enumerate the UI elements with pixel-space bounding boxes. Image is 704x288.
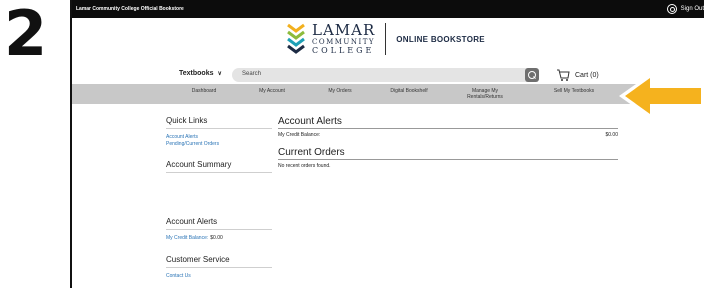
logo-line-3: COLLEGE	[312, 46, 375, 55]
chevron-logo-icon	[287, 23, 305, 54]
quick-links-title: Quick Links	[166, 116, 272, 129]
header: LAMAR COMMUNITY COLLEGE ONLINE BOOKSTORE	[72, 18, 704, 66]
store-name: Lamar Community College Official Booksto…	[76, 6, 184, 12]
step-number: 2	[4, 0, 48, 70]
browser-page: Lamar Community College Official Booksto…	[70, 0, 704, 288]
search-input[interactable]: Search	[232, 68, 538, 82]
credit-row: My Credit Balance: $0.00	[278, 132, 618, 138]
nav-my-orders[interactable]: My Orders	[318, 88, 362, 94]
link-contact-us[interactable]: Contact Us	[166, 273, 272, 280]
nav-digital-bookshelf[interactable]: Digital Bookshelf	[382, 88, 436, 94]
alerts-heading: Account Alerts	[278, 116, 618, 129]
sidebar-credit-label[interactable]: My Credit Balance:	[166, 235, 208, 242]
cart-icon	[557, 69, 570, 81]
user-icon	[666, 4, 677, 14]
sidebar-alerts-title: Account Alerts	[166, 217, 272, 230]
sidebar: Quick Links Account Alerts Pending/Curre…	[166, 116, 272, 280]
credit-value: $0.00	[605, 132, 618, 138]
logo-subtitle: ONLINE BOOKSTORE	[396, 34, 485, 44]
logo-line-2: COMMUNITY	[312, 38, 376, 46]
orders-heading: Current Orders	[278, 147, 618, 160]
top-bar: Lamar Community College Official Booksto…	[72, 0, 704, 18]
main-content: Account Alerts My Credit Balance: $0.00 …	[278, 116, 618, 169]
link-account-alerts[interactable]: Account Alerts	[166, 134, 272, 141]
orders-empty-message: No recent orders found.	[278, 163, 331, 169]
chevron-down-icon: ∨	[217, 71, 222, 77]
college-logo[interactable]: LAMAR COMMUNITY COLLEGE ONLINE BOOKSTORE	[286, 22, 485, 56]
logo-wordmark: LAMAR COMMUNITY COLLEGE	[312, 23, 375, 55]
logo-divider	[385, 23, 387, 55]
signout-label: Sign Out	[680, 6, 704, 12]
nav-my-account[interactable]: My Account	[250, 88, 294, 94]
textbooks-menu[interactable]: Textbooks ∨	[179, 70, 222, 77]
cart-label: Cart (0)	[575, 71, 599, 79]
signout-link[interactable]: Sign Out	[666, 4, 704, 14]
link-pending-orders[interactable]: Pending/Current Orders	[166, 141, 272, 148]
logo-line-1: LAMAR	[312, 21, 376, 39]
nav-manage-rentals[interactable]: Manage My Rentals/Returns	[462, 88, 508, 100]
cart-link[interactable]: Cart (0)	[556, 68, 599, 82]
pointer-arrow-icon	[619, 72, 704, 120]
sidebar-credit-row: My Credit Balance: $0.00	[166, 235, 272, 242]
search-icon[interactable]	[525, 68, 539, 82]
credit-label: My Credit Balance:	[278, 132, 321, 138]
nav-sell-textbooks[interactable]: Sell My Textbooks	[546, 88, 602, 94]
sidebar-credit-value: $0.00	[210, 235, 223, 241]
customer-service-title: Customer Service	[166, 255, 272, 268]
nav-dashboard[interactable]: Dashboard	[182, 88, 226, 94]
search-placeholder: Search	[242, 71, 262, 77]
account-nav: Dashboard My Account My Orders Digital B…	[72, 84, 704, 104]
search-row: Textbooks ∨ Search Cart (0)	[72, 66, 704, 84]
textbooks-label: Textbooks	[179, 70, 214, 77]
account-summary-title: Account Summary	[166, 160, 272, 173]
